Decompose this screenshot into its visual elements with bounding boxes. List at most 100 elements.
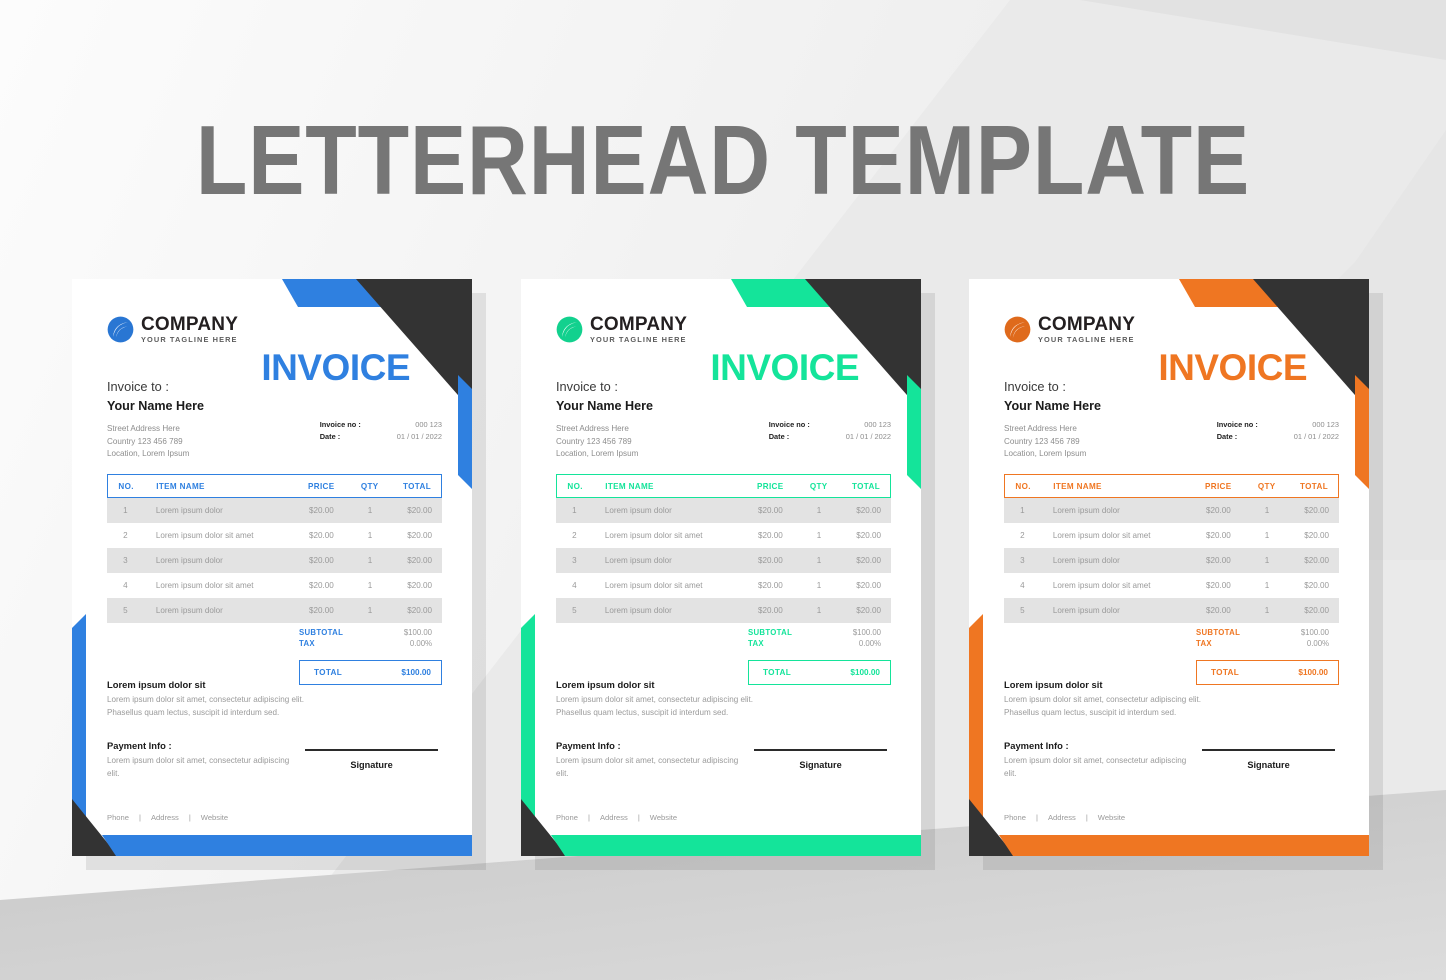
totals-block: SUBTOTAL $100.00 TAX 0.00% TOTAL $100.00 bbox=[1196, 627, 1339, 685]
company-logo[interactable]: COMPANY YOUR TAGLINE HERE bbox=[107, 315, 238, 343]
col-header-qty: QTY bbox=[360, 482, 379, 491]
notes-heading: Lorem ipsum dolor sit bbox=[1004, 679, 1103, 690]
table-row: 1 Lorem ipsum dolor $20.00 1 $20.00 bbox=[1004, 498, 1339, 523]
address-line-1: Street Address Here bbox=[1004, 424, 1077, 433]
footer-address[interactable]: Address bbox=[1048, 813, 1076, 822]
table-row: 4 Lorem ipsum dolor sit amet $20.00 1 $2… bbox=[123, 581, 432, 590]
signature-block: Signature bbox=[1196, 749, 1341, 770]
client-name: Your Name Here bbox=[556, 399, 654, 413]
col-header-qty: QTY bbox=[809, 482, 828, 491]
company-logo[interactable]: COMPANY YOUR TAGLINE HERE bbox=[556, 315, 687, 343]
footer-address[interactable]: Address bbox=[151, 813, 179, 822]
footer-website[interactable]: Website bbox=[1098, 813, 1125, 822]
date-value: 01 / 01 / 2022 bbox=[1293, 432, 1339, 442]
payment-body: Lorem ipsum dolor sit amet, consectetur … bbox=[556, 756, 739, 779]
footer-sep-2: | bbox=[637, 813, 640, 822]
swoosh-circle-logo-icon bbox=[107, 316, 134, 343]
line-items-table: NO. ITEM NAME PRICE QTY TOTAL 1 Lorem ip… bbox=[107, 474, 442, 623]
notes-body: Lorem ipsum dolor sit amet, consectetur … bbox=[1004, 695, 1202, 718]
grand-total-row: TOTAL $100.00 bbox=[1196, 660, 1339, 685]
invoice-card-orange[interactable]: COMPANY YOUR TAGLINE HERE INVOICE Invoic… bbox=[969, 279, 1369, 856]
page-title: LETTERHEAD TEMPLATE bbox=[195, 105, 1251, 215]
col-header-qty: QTY bbox=[1257, 482, 1276, 491]
payment-info-block: Payment Info : Lorem ipsum dolor sit ame… bbox=[1004, 740, 1189, 780]
col-header-item: ITEM NAME bbox=[156, 482, 205, 491]
company-tagline: YOUR TAGLINE HERE bbox=[590, 335, 687, 344]
invoice-no-value: 000 123 bbox=[864, 420, 891, 429]
notes-heading: Lorem ipsum dolor sit bbox=[556, 679, 655, 690]
notes-block: Lorem ipsum dolor sit Lorem ipsum dolor … bbox=[1004, 679, 1204, 719]
footer-contact: Phone | Address | Website bbox=[556, 813, 682, 822]
signature-label: Signature bbox=[799, 759, 842, 770]
payment-heading: Payment Info : bbox=[107, 740, 172, 751]
address-line-2: Country 123 456 789 bbox=[556, 436, 632, 446]
signature-line bbox=[305, 749, 438, 751]
footer-sep-1: | bbox=[587, 813, 590, 822]
signature-line bbox=[754, 749, 887, 751]
totals-block: SUBTOTAL $100.00 TAX 0.00% TOTAL $100.00 bbox=[748, 627, 891, 685]
footer-sep-1: | bbox=[138, 813, 141, 822]
footer-website[interactable]: Website bbox=[650, 813, 677, 822]
address-line-1: Street Address Here bbox=[556, 424, 629, 433]
swoosh-circle-logo-icon bbox=[1004, 316, 1031, 343]
notes-heading: Lorem ipsum dolor sit bbox=[107, 679, 206, 690]
card-content: COMPANY YOUR TAGLINE HERE INVOICE Invoic… bbox=[72, 279, 472, 856]
footer-address[interactable]: Address bbox=[600, 813, 628, 822]
payment-body: Lorem ipsum dolor sit amet, consectetur … bbox=[107, 756, 290, 779]
col-header-no: NO. bbox=[1015, 482, 1031, 491]
client-address: Street Address Here Country 123 456 789 … bbox=[107, 423, 204, 461]
company-name: COMPANY bbox=[590, 314, 688, 335]
footer-sep-2: | bbox=[1085, 813, 1088, 822]
date-label: Date : bbox=[319, 432, 341, 442]
invoice-no-label: Invoice no : bbox=[319, 420, 361, 429]
footer-website[interactable]: Website bbox=[201, 813, 228, 822]
col-header-price: PRICE bbox=[308, 482, 335, 491]
tax-row: TAX 0.00% bbox=[748, 639, 881, 648]
invoice-meta: Invoice no : 000 123 Date : 01 / 01 / 20… bbox=[320, 419, 442, 443]
signature-line bbox=[1202, 749, 1335, 751]
payment-info-block: Payment Info : Lorem ipsum dolor sit ame… bbox=[556, 740, 741, 780]
table-row: 3 Lorem ipsum dolor $20.00 1 $20.00 bbox=[107, 548, 442, 573]
line-items-table: NO. ITEM NAME PRICE QTY TOTAL 1 Lorem ip… bbox=[1004, 474, 1339, 623]
table-row: 4 Lorem ipsum dolor sit amet $20.00 1 $2… bbox=[572, 581, 881, 590]
address-line-2: Country 123 456 789 bbox=[1004, 436, 1080, 446]
bill-to-block: Invoice to : Your Name Here Street Addre… bbox=[1004, 379, 1101, 461]
grand-total-row: TOTAL $100.00 bbox=[299, 660, 442, 685]
card-content: COMPANY YOUR TAGLINE HERE INVOICE Invoic… bbox=[969, 279, 1369, 856]
table-row: 1 Lorem ipsum dolor $20.00 1 $20.00 bbox=[107, 498, 442, 523]
company-logo[interactable]: COMPANY YOUR TAGLINE HERE bbox=[1004, 315, 1135, 343]
footer-contact: Phone | Address | Website bbox=[107, 813, 233, 822]
invoice-no-label: Invoice no : bbox=[1216, 420, 1258, 429]
footer-phone[interactable]: Phone bbox=[1004, 813, 1026, 822]
address-line-2: Country 123 456 789 bbox=[107, 436, 183, 446]
invoice-heading: INVOICE bbox=[710, 347, 859, 388]
payment-heading: Payment Info : bbox=[556, 740, 621, 751]
signature-label: Signature bbox=[350, 759, 393, 770]
subtotal-row: SUBTOTAL $100.00 bbox=[1196, 628, 1329, 637]
tax-row: TAX 0.00% bbox=[1196, 639, 1329, 648]
table-row: 5 Lorem ipsum dolor $20.00 1 $20.00 bbox=[107, 598, 442, 623]
subtotal-row: SUBTOTAL $100.00 bbox=[748, 628, 881, 637]
invoice-card-green[interactable]: COMPANY YOUR TAGLINE HERE INVOICE Invoic… bbox=[521, 279, 921, 856]
payment-info-block: Payment Info : Lorem ipsum dolor sit ame… bbox=[107, 740, 292, 780]
company-name: COMPANY bbox=[141, 314, 239, 335]
table-row: 5 Lorem ipsum dolor $20.00 1 $20.00 bbox=[1004, 598, 1339, 623]
footer-phone[interactable]: Phone bbox=[556, 813, 578, 822]
tax-row: TAX 0.00% bbox=[299, 639, 432, 648]
card-content: COMPANY YOUR TAGLINE HERE INVOICE Invoic… bbox=[521, 279, 921, 856]
invoice-no-value: 000 123 bbox=[415, 420, 442, 429]
signature-block: Signature bbox=[299, 749, 444, 770]
invoice-card-blue[interactable]: COMPANY YOUR TAGLINE HERE INVOICE Invoic… bbox=[72, 279, 472, 856]
footer-phone[interactable]: Phone bbox=[107, 813, 129, 822]
client-name: Your Name Here bbox=[1004, 399, 1102, 413]
company-tagline: YOUR TAGLINE HERE bbox=[1038, 335, 1135, 344]
signature-block: Signature bbox=[748, 749, 893, 770]
table-row: 1 Lorem ipsum dolor $20.00 1 $20.00 bbox=[556, 498, 891, 523]
bill-to-label: Invoice to : bbox=[107, 379, 169, 394]
invoice-no-value: 000 123 bbox=[1312, 420, 1339, 429]
col-header-price: PRICE bbox=[757, 482, 784, 491]
line-items-table: NO. ITEM NAME PRICE QTY TOTAL 1 Lorem ip… bbox=[556, 474, 891, 623]
col-header-total: TOTAL bbox=[403, 482, 431, 491]
bill-to-block: Invoice to : Your Name Here Street Addre… bbox=[107, 379, 204, 461]
totals-block: SUBTOTAL $100.00 TAX 0.00% TOTAL $100.00 bbox=[299, 627, 442, 685]
